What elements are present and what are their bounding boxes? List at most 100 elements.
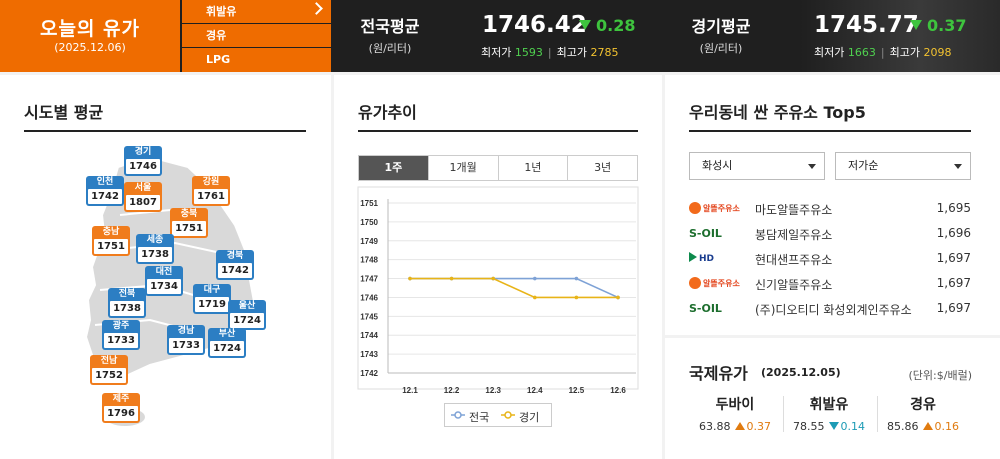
station-price: 1,697 xyxy=(936,276,971,290)
region-name: 충북 xyxy=(180,209,198,219)
soil-logo-icon: S-OIL xyxy=(689,226,737,242)
region-label[interactable]: 강원 1761 xyxy=(192,176,230,206)
region-value: 1751 xyxy=(172,221,206,236)
station-row[interactable]: 알뜰주유소 마도알뜰주유소 1,695 xyxy=(689,199,971,221)
region-label[interactable]: 울산 1724 xyxy=(228,300,266,330)
region-select[interactable]: 화성시 xyxy=(689,152,825,180)
region-label[interactable]: 전북 1738 xyxy=(108,288,146,318)
station-name: 신기알뜰주유소 xyxy=(755,278,833,292)
station-row[interactable]: HD 현대샌프주유소 1,697 xyxy=(689,249,971,271)
legend-label-gyeonggi: 경기 xyxy=(519,411,540,424)
region-value: 1807 xyxy=(126,195,160,210)
triangle-down-icon xyxy=(579,20,591,30)
region-label[interactable]: 전남 1752 xyxy=(90,355,128,385)
legend-dot-gyeonggi xyxy=(504,411,512,419)
fuel-type-menu: 휘발유 경유 LPG xyxy=(182,0,331,72)
region-label[interactable]: 제주 1796 xyxy=(102,393,140,423)
y-tick-label: 1751 xyxy=(360,199,378,208)
gyeonggi-change-value: 0.37 xyxy=(927,16,967,35)
region-name: 부산 xyxy=(218,329,236,339)
region-name: 전북 xyxy=(118,289,136,299)
region-name: 강원 xyxy=(202,177,220,187)
y-tick-label: 1749 xyxy=(360,237,378,246)
altteul-logo-icon: 알뜰주유소 xyxy=(689,276,740,292)
altteul-mark-icon xyxy=(689,277,701,289)
region-label[interactable]: 부산 1724 xyxy=(208,328,246,358)
region-label[interactable]: 세종 1738 xyxy=(136,234,174,264)
hd-hyundai-oilbank-logo-icon: HD xyxy=(689,251,737,267)
summary-bar: 오늘의 유가 (2025.12.06) 휘발유 경유 LPG 전국평균 (원/리… xyxy=(0,0,1000,72)
triangle-down-icon xyxy=(910,20,922,30)
region-name: 울산 xyxy=(238,301,256,311)
region-label[interactable]: 충남 1751 xyxy=(92,226,130,256)
brand-text: S-OIL xyxy=(689,302,722,315)
gyeonggi-label: 경기평균 xyxy=(691,17,751,36)
page-title: 오늘의 유가 xyxy=(39,18,140,40)
region-label[interactable]: 충북 1751 xyxy=(170,208,208,238)
fuel-tab-diesel[interactable]: 경유 xyxy=(182,24,331,47)
caret-down-icon xyxy=(954,164,962,169)
region-value: 1738 xyxy=(138,247,172,262)
national-price: 1746.42 xyxy=(482,12,587,38)
max-label: 최고가 xyxy=(889,46,920,59)
chevron-right-icon xyxy=(310,2,323,15)
station-row[interactable]: S-OIL (주)디오티디 화성외계인주유소 1,697 xyxy=(689,299,971,321)
brand-text: HD xyxy=(699,254,715,264)
region-label[interactable]: 인천 1742 xyxy=(86,176,124,206)
station-price: 1,697 xyxy=(936,251,971,265)
fuel-tab-lpg[interactable]: LPG xyxy=(182,48,331,72)
region-value: 1734 xyxy=(147,279,181,294)
region-label[interactable]: 경기 1746 xyxy=(124,146,162,176)
region-label[interactable]: 대구 1719 xyxy=(193,284,231,314)
region-label[interactable]: 경남 1733 xyxy=(167,325,205,355)
y-tick-label: 1742 xyxy=(360,369,378,378)
station-row[interactable]: S-OIL 봉담제일주유소 1,696 xyxy=(689,224,971,246)
x-tick-label: 12.3 xyxy=(485,386,501,395)
y-tick-label: 1750 xyxy=(360,218,378,227)
international-oil-panel: 국제유가 (2025.12.05) (단위:$/배럴) 두바이 63.88 0.37… xyxy=(665,338,1000,459)
region-name: 제주 xyxy=(112,394,130,404)
station-name: 마도알뜰주유소 xyxy=(755,203,833,217)
chart-legend: 전국 경기 xyxy=(444,403,552,427)
section-divider xyxy=(689,130,971,132)
region-label[interactable]: 서울 1807 xyxy=(124,182,162,212)
y-tick-label: 1748 xyxy=(360,256,378,265)
region-name: 대구 xyxy=(203,285,221,295)
series-point xyxy=(533,295,537,300)
region-value: 1761 xyxy=(194,189,228,204)
sort-select[interactable]: 저가순 xyxy=(835,152,971,180)
national-change-value: 0.28 xyxy=(596,16,636,35)
intl-item-name: 두바이 xyxy=(715,397,755,413)
trend-line-chart: 1742 1743 1744 1745 1746 1747 1748 1749 1750 1751… xyxy=(357,186,639,395)
caret-down-icon xyxy=(808,164,816,169)
brand-text: 알뜰주유소 xyxy=(703,279,740,288)
station-row[interactable]: 알뜰주유소 신기알뜰주유소 1,697 xyxy=(689,274,971,296)
intl-date: (2025.12.05) xyxy=(761,366,841,379)
station-name: 현대샌프주유소 xyxy=(755,253,833,267)
series-point xyxy=(408,276,412,281)
region-value: 1738 xyxy=(110,301,144,316)
national-max: 2785 xyxy=(590,46,619,59)
region-label[interactable]: 광주 1733 xyxy=(102,320,140,350)
region-label[interactable]: 대전 1734 xyxy=(145,266,183,296)
price-trend-panel: 유가추이 1주 1개월 1년 3년 1742 1743 1744 1745 1746 17… xyxy=(334,75,662,459)
region-label[interactable]: 경북 1742 xyxy=(216,250,254,280)
gyeonggi-unit: (원/리터) xyxy=(699,42,743,55)
intl-price-item: 휘발유 78.55 0.14 xyxy=(783,394,875,433)
y-tick-label: 1746 xyxy=(360,293,378,302)
region-value: 1796 xyxy=(104,406,138,421)
intl-item-price: 85.86 xyxy=(887,420,919,433)
region-name: 경기 xyxy=(134,147,152,157)
gyeonggi-min: 1663 xyxy=(847,46,876,59)
hd-mark-icon xyxy=(689,252,697,262)
altteul-logo-icon: 알뜰주유소 xyxy=(689,201,740,217)
national-label: 전국평균 xyxy=(360,17,420,36)
national-change: 0.28 xyxy=(579,16,635,35)
region-name: 전남 xyxy=(100,356,118,366)
region-value: 1733 xyxy=(169,338,203,353)
triangle-down-icon xyxy=(828,422,839,430)
fuel-tab-gasoline[interactable]: 휘발유 xyxy=(182,0,331,23)
national-unit: (원/리터) xyxy=(368,42,412,55)
gyeonggi-change: 0.37 xyxy=(910,16,966,35)
series-point xyxy=(491,276,495,281)
